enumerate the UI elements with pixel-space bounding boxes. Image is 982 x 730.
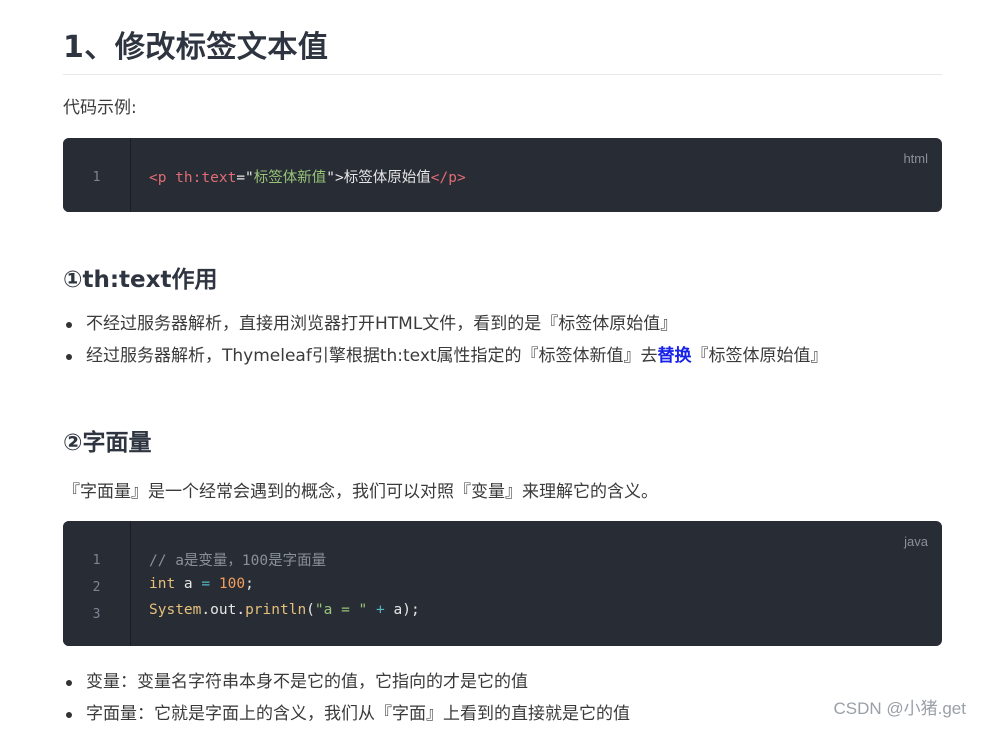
- code-token: +: [367, 602, 394, 618]
- code-token: ">: [326, 170, 344, 186]
- line-number: 3: [92, 607, 101, 622]
- bullet-list: 变量：变量名字符串本身不是它的值，它指向的才是它的值 字面量：它就是字面上的含义…: [63, 666, 630, 730]
- code-block-java: 1 2 3 java // a是变量，100是字面量 int a = 100; …: [63, 521, 942, 646]
- code-token: .: [236, 602, 246, 618]
- code-token: =": [236, 170, 254, 186]
- code-token: th:text: [175, 170, 237, 186]
- code-line: System.out.println("a = " + a);: [149, 602, 420, 618]
- code-token: (: [306, 602, 315, 618]
- code-token: 100: [210, 576, 246, 592]
- code-token: =: [201, 576, 211, 592]
- line-number: 2: [92, 580, 101, 595]
- code-token: int: [149, 576, 176, 592]
- code-token: 标签体新值: [253, 170, 327, 186]
- code-token: System: [149, 602, 202, 618]
- page-title: 1、修改标签文本值: [63, 22, 942, 75]
- section-text: 『字面量』是一个经常会遇到的概念，我们可以对照『变量』来理解它的含义。: [63, 482, 658, 502]
- emphasis-text: 替换: [657, 346, 692, 366]
- code-line: <p th:text="标签体新值">标签体原始值</p>: [149, 166, 466, 187]
- watermark-text: CSDN @小猪.get: [833, 699, 966, 718]
- code-block-html: 1 html <p th:text="标签体新值">标签体原始值</p>: [63, 138, 942, 212]
- line-number: 1: [92, 553, 101, 568]
- code-token: .: [201, 602, 211, 618]
- line-number: 1: [92, 170, 101, 185]
- code-token: <p: [149, 170, 176, 186]
- code-token: 标签体原始值: [343, 170, 431, 186]
- list-item: 不经过服务器解析，直接用浏览器打开HTML文件，看到的是『标签体原始值』: [63, 308, 828, 340]
- section-title: ①th:text作用: [63, 267, 218, 293]
- code-token: </p>: [430, 170, 466, 186]
- section-title: ②字面量: [63, 430, 152, 456]
- list-item-text: 『标签体原始值』: [691, 346, 828, 366]
- list-item-text: 经过服务器解析，Thymeleaf引擎根据th:text属性指定的『标签体新值』…: [86, 346, 658, 366]
- code-token: out: [210, 602, 237, 618]
- code-token: ;: [245, 576, 254, 592]
- code-line: // a是变量，100是字面量: [149, 553, 327, 569]
- code-token: a: [175, 576, 202, 592]
- bullet-list: 不经过服务器解析，直接用浏览器打开HTML文件，看到的是『标签体原始值』 经过服…: [63, 308, 828, 372]
- code-token: "a = ": [314, 602, 368, 618]
- list-item: 变量：变量名字符串本身不是它的值，它指向的才是它的值: [63, 666, 630, 698]
- code-token: a);: [393, 602, 420, 618]
- code-token: println: [245, 602, 307, 618]
- code-line: int a = 100;: [149, 576, 254, 592]
- list-item: 字面量：它就是字面上的含义，我们从『字面』上看到的直接就是它的值: [63, 698, 630, 730]
- code-language-label: java: [904, 534, 928, 549]
- code-language-label: html: [903, 151, 928, 166]
- intro-text: 代码示例:: [63, 98, 137, 118]
- line-gutter: 1 2 3: [63, 521, 131, 646]
- line-gutter: 1: [63, 138, 131, 212]
- list-item: 经过服务器解析，Thymeleaf引擎根据th:text属性指定的『标签体新值』…: [63, 340, 828, 372]
